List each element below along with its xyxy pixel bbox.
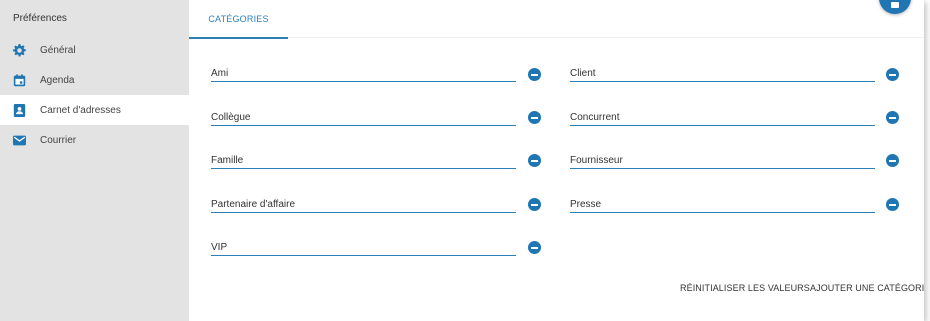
- reset-values-button[interactable]: RÉINITIALISER LES VALEURS: [680, 283, 810, 293]
- category-field[interactable]: Ami: [211, 65, 516, 82]
- category-field[interactable]: Concurrent: [570, 109, 875, 126]
- sidebar-item-label: Général: [40, 44, 76, 56]
- sidebar-item-address-book[interactable]: Carnet d'adresses: [0, 95, 189, 125]
- sidebar-nav: Général Agenda Carnet d'adresses Courrie…: [0, 35, 189, 155]
- calendar-icon: [13, 73, 26, 87]
- sidebar: Préférences Général Agenda Carnet d'adre…: [0, 0, 189, 321]
- add-category-button[interactable]: AJOUTER UNE CATÉGORIE: [810, 283, 924, 293]
- address-book-icon: [13, 103, 26, 117]
- sidebar-title: Préférences: [13, 13, 67, 24]
- remove-category-icon[interactable]: [528, 68, 541, 81]
- remove-category-icon[interactable]: [528, 111, 541, 124]
- remove-category-icon[interactable]: [528, 241, 541, 254]
- floating-action-button[interactable]: [879, 0, 911, 14]
- remove-category-icon[interactable]: [886, 111, 899, 124]
- main-panel: CATÉGORIES Ami Collègue Famille Partenai…: [189, 0, 924, 321]
- gear-icon: [13, 43, 26, 57]
- remove-category-icon[interactable]: [528, 154, 541, 167]
- remove-category-icon[interactable]: [886, 154, 899, 167]
- tabs-divider: [288, 37, 924, 38]
- category-field[interactable]: Presse: [570, 196, 875, 213]
- preferences-window: Préférences Général Agenda Carnet d'adre…: [0, 0, 924, 321]
- sidebar-item-mail[interactable]: Courrier: [0, 125, 189, 155]
- remove-category-icon[interactable]: [886, 198, 899, 211]
- mail-icon: [13, 134, 26, 147]
- category-field[interactable]: Fournisseur: [570, 152, 875, 169]
- tab-categories[interactable]: CATÉGORIES: [189, 0, 288, 39]
- category-field[interactable]: Client: [570, 65, 875, 82]
- remove-category-icon[interactable]: [528, 198, 541, 211]
- sidebar-item-label: Agenda: [40, 74, 75, 86]
- sidebar-item-general[interactable]: Général: [0, 35, 189, 65]
- sidebar-item-label: Carnet d'adresses: [40, 104, 121, 116]
- category-field[interactable]: Famille: [211, 152, 516, 169]
- remove-category-icon[interactable]: [886, 68, 899, 81]
- fab-icon: [891, 2, 899, 8]
- category-field[interactable]: Partenaire d'affaire: [211, 196, 516, 213]
- category-field[interactable]: Collègue: [211, 109, 516, 126]
- category-field[interactable]: VIP: [211, 239, 516, 256]
- sidebar-item-agenda[interactable]: Agenda: [0, 65, 189, 95]
- sidebar-item-label: Courrier: [40, 134, 77, 146]
